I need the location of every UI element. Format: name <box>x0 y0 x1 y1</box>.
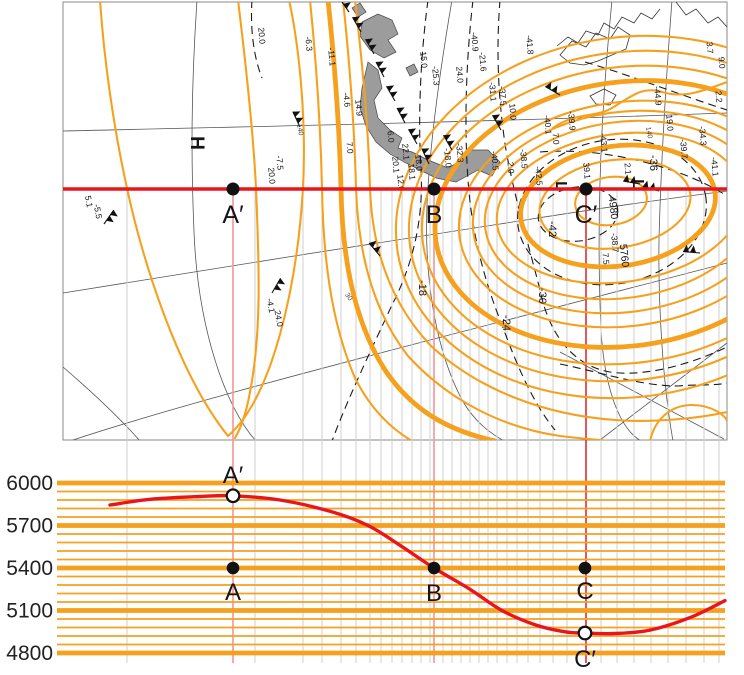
figure-svg: 20.0-6.3-11.1-4.614.915.0-25.324.0-40.9-… <box>0 0 744 675</box>
isotherm-value-label: -36 <box>647 155 659 171</box>
station-value-label: -4.6 <box>341 92 352 108</box>
station-value-label: -18.0 <box>442 148 454 168</box>
section-point-label: C′ <box>575 201 598 229</box>
station-value-label: 6.0 <box>385 130 396 143</box>
height-axis-label: 5400 <box>6 557 53 580</box>
profile-marker-filled <box>428 562 441 575</box>
station-value-label: 20.0 <box>256 27 267 45</box>
profile-marker-filled <box>227 562 240 575</box>
pressure-center-label: H <box>186 136 207 150</box>
station-value-label: 18.0 <box>413 154 424 172</box>
station-value-label: -11.1 <box>326 47 338 67</box>
station-value-label: -44.9 <box>652 86 664 106</box>
station-value-label: -39.9 <box>566 111 578 131</box>
height-axis-label: 6000 <box>6 472 53 495</box>
station-value-label: -43.1 <box>598 133 610 153</box>
section-point-dot <box>428 183 441 196</box>
profile-marker-label: A <box>225 579 241 606</box>
section-point-label: B <box>426 201 443 229</box>
station-value-label: 2.2 <box>713 90 724 103</box>
profile-marker-label: B <box>426 580 442 607</box>
section-point-label: A′ <box>222 201 244 229</box>
station-value-label: 2.1 <box>622 162 633 175</box>
station-value-label: 7.0 <box>344 141 355 154</box>
profile-marker-filled <box>579 562 592 575</box>
profile-marker-open <box>227 489 240 502</box>
station-value-label: 19.0 <box>664 114 675 132</box>
station-value-label: -40.1 <box>542 115 554 135</box>
station-value-label: 7.0 <box>550 132 561 145</box>
station-value-label: 9.0 <box>716 56 727 69</box>
section-point-dot <box>580 183 593 196</box>
station-value-label: 10.0 <box>507 103 518 121</box>
station-value-label: -21.6 <box>477 52 489 72</box>
station-value-label: -37.5 <box>497 86 509 106</box>
station-value-label: -32.3 <box>454 143 466 163</box>
station-value-label: 15.0 <box>418 51 429 69</box>
station-value-label: -41.1 <box>709 157 721 177</box>
station-value-label: -34.3 <box>697 126 709 146</box>
profile-marker-open <box>579 627 592 640</box>
station-value-label: 20.1 <box>390 156 401 174</box>
station-value-label: -41.8 <box>524 35 536 55</box>
isotherm-value-label: -18 <box>416 280 428 296</box>
station-value-label: 22.1 <box>400 143 411 161</box>
station-value-label: 20.0 <box>266 167 277 185</box>
height-axis-label: 5700 <box>6 515 53 538</box>
station-value-label: 14.9 <box>353 99 364 117</box>
meteorology-figure: 20.0-6.3-11.1-4.614.915.0-25.324.0-40.9-… <box>0 0 744 675</box>
contour-value-label: 5760 <box>617 243 631 268</box>
station-value-label: -6.3 <box>303 36 314 52</box>
station-value-label: -38.5 <box>518 149 530 169</box>
profile-marker-label: C′ <box>574 646 596 673</box>
station-value-label: 2.0 <box>505 161 516 174</box>
station-value-label: 24.0 <box>454 66 465 84</box>
station-value-label: -42.5 <box>533 166 545 186</box>
station-value-label: -25.3 <box>430 66 442 86</box>
station-value-label: 7.5 <box>600 252 611 265</box>
height-axis-label: 4800 <box>6 642 53 665</box>
station-value-label: -39.7 <box>678 139 690 159</box>
station-value-label: 3.7 <box>704 41 715 54</box>
station-value-label: 39.1 <box>581 162 592 180</box>
station-value-label: -40.5 <box>489 151 501 171</box>
profile-marker-label: A′ <box>223 462 244 489</box>
station-value-label: -31.1 <box>487 82 499 102</box>
section-point-dot <box>227 183 240 196</box>
profile-marker-label: C <box>576 578 593 605</box>
isotherm-value-label: -30 <box>536 288 548 304</box>
contour-value-label: 4980 <box>606 195 620 220</box>
isotherm-value-label: -24 <box>500 315 512 331</box>
station-value-label: -40.9 <box>469 32 481 52</box>
isotherm-value-label: -42 <box>546 221 558 237</box>
height-axis-label: 5100 <box>6 600 53 623</box>
